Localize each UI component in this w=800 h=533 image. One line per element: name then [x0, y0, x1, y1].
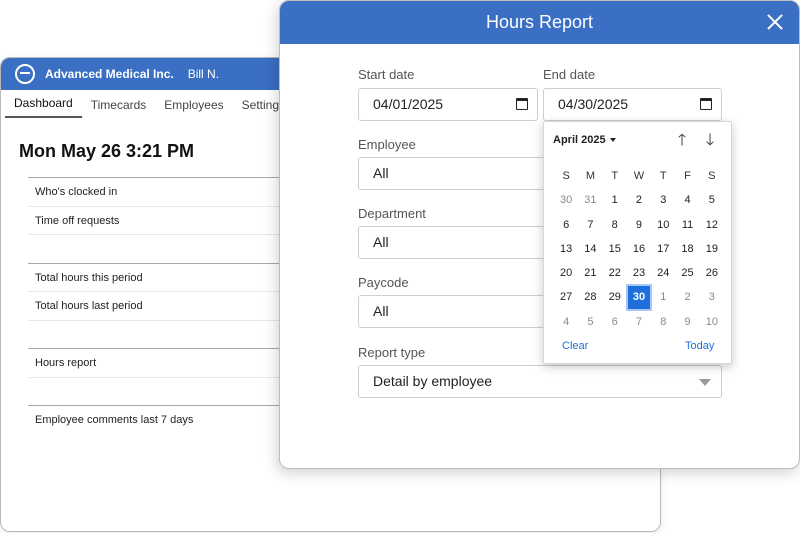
report-type-label: Report type	[358, 345, 426, 360]
day-cell[interactable]: 26	[700, 261, 724, 285]
day-cell[interactable]: 24	[651, 261, 675, 285]
day-cell[interactable]: 20	[554, 261, 578, 285]
day-cell[interactable]: 31	[578, 188, 602, 212]
day-cell[interactable]: 3	[700, 285, 724, 309]
paycode-label: Paycode	[358, 275, 409, 290]
day-cell[interactable]: 2	[627, 188, 651, 212]
day-cell[interactable]: 23	[627, 261, 651, 285]
paycode-value: All	[373, 303, 389, 319]
day-cell[interactable]: 2	[675, 285, 699, 309]
close-icon[interactable]	[765, 12, 785, 32]
week-row: 4 5 6 7 8 9 10	[554, 310, 724, 334]
report-type-value: Detail by employee	[373, 373, 493, 389]
weekday-label: T	[611, 170, 619, 182]
day-cell[interactable]: 1	[651, 285, 675, 309]
day-cell[interactable]: 12	[700, 213, 724, 237]
department-label: Department	[358, 206, 426, 221]
tab-timecards[interactable]: Timecards	[82, 98, 156, 118]
day-cell[interactable]: 6	[603, 310, 627, 334]
day-cell[interactable]: 13	[554, 237, 578, 261]
day-cell[interactable]: 5	[578, 310, 602, 334]
weekday-label: W	[633, 170, 645, 182]
week-row: 13 14 15 16 17 18 19	[554, 237, 724, 261]
day-cell[interactable]: 4	[675, 188, 699, 212]
week-row: 20 21 22 23 24 25 26	[554, 261, 724, 285]
day-cell[interactable]: 7	[578, 213, 602, 237]
chevron-down-icon	[699, 379, 711, 386]
modal-title: Hours Report	[485, 12, 594, 32]
calendar-icon[interactable]	[516, 98, 528, 110]
day-cell[interactable]: 9	[627, 213, 651, 237]
day-cell[interactable]: 16	[627, 237, 651, 261]
day-cell[interactable]: 18	[675, 237, 699, 261]
date-picker-header: April 2025 🡑 🡓	[544, 122, 731, 160]
tab-dashboard[interactable]: Dashboard	[5, 96, 82, 118]
weekday-label: M	[585, 170, 595, 182]
day-cell[interactable]: 30	[554, 188, 578, 212]
week-row: 6 7 8 9 10 11 12	[554, 213, 724, 237]
day-cell[interactable]: 15	[603, 237, 627, 261]
caret-down-icon	[609, 138, 616, 143]
modal-header: Hours Report	[280, 1, 799, 44]
employee-label: Employee	[358, 137, 416, 152]
day-cell[interactable]: 8	[603, 213, 627, 237]
day-cell[interactable]: 25	[675, 261, 699, 285]
day-cell[interactable]: 29	[603, 285, 627, 309]
day-cell[interactable]: 8	[651, 310, 675, 334]
weekday-label: S	[708, 170, 716, 182]
day-cell[interactable]: 6	[554, 213, 578, 237]
report-type-select[interactable]: Detail by employee	[358, 365, 722, 398]
day-cell[interactable]: 9	[675, 310, 699, 334]
logo-icon	[15, 64, 35, 84]
company-name: Advanced Medical Inc.	[45, 67, 174, 81]
user-name[interactable]: Bill N.	[188, 67, 219, 81]
start-date-label: Start date	[358, 67, 415, 82]
day-cell[interactable]: 5	[700, 188, 724, 212]
start-date-value: 04/01/2025	[373, 96, 444, 112]
day-cell[interactable]: 1	[603, 188, 627, 212]
day-cell[interactable]: 14	[578, 237, 602, 261]
date-picker: April 2025 🡑 🡓 S M T W T F S 30 31 1 2 3…	[543, 121, 732, 364]
day-cell[interactable]: 27	[554, 285, 578, 309]
calendar-icon[interactable]	[700, 98, 712, 110]
date-picker-footer: Clear Today	[544, 340, 731, 358]
day-cell[interactable]: 3	[651, 188, 675, 212]
day-cell[interactable]: 10	[700, 310, 724, 334]
start-date-input[interactable]: 04/01/2025	[358, 88, 538, 121]
clear-button[interactable]: Clear	[562, 340, 588, 352]
day-cell[interactable]: 28	[578, 285, 602, 309]
date-picker-grid: S M T W T F S 30 31 1 2 3 4 5 6 7 8 9 10…	[554, 164, 724, 334]
day-cell[interactable]: 11	[675, 213, 699, 237]
week-row: 30 31 1 2 3 4 5	[554, 188, 724, 212]
day-cell[interactable]: 7	[627, 310, 651, 334]
day-cell-selected[interactable]: 30	[625, 284, 653, 311]
department-value: All	[373, 234, 389, 250]
weekday-label: S	[562, 170, 570, 182]
month-label: April 2025	[553, 134, 606, 146]
employee-value: All	[373, 165, 389, 181]
day-cell[interactable]: 22	[603, 261, 627, 285]
day-cell[interactable]: 4	[554, 310, 578, 334]
day-cell[interactable]: 10	[651, 213, 675, 237]
today-button[interactable]: Today	[685, 340, 714, 352]
weekday-label: T	[659, 170, 667, 182]
day-cell[interactable]: 19	[700, 237, 724, 261]
tab-employees[interactable]: Employees	[155, 98, 232, 118]
end-date-label: End date	[543, 67, 596, 82]
weekday-label: F	[684, 170, 691, 182]
day-cell[interactable]: 17	[651, 237, 675, 261]
weekday-header: S M T W T F S	[554, 164, 724, 188]
month-select-button[interactable]: April 2025	[553, 134, 616, 146]
day-cell[interactable]: 21	[578, 261, 602, 285]
end-date-input[interactable]: 04/30/2025	[543, 88, 722, 121]
arrow-up-icon[interactable]: 🡑	[674, 132, 690, 150]
week-row: 27 28 29 30 1 2 3	[554, 284, 724, 311]
end-date-value: 04/30/2025	[558, 96, 629, 112]
arrow-down-icon[interactable]: 🡓	[702, 132, 718, 150]
